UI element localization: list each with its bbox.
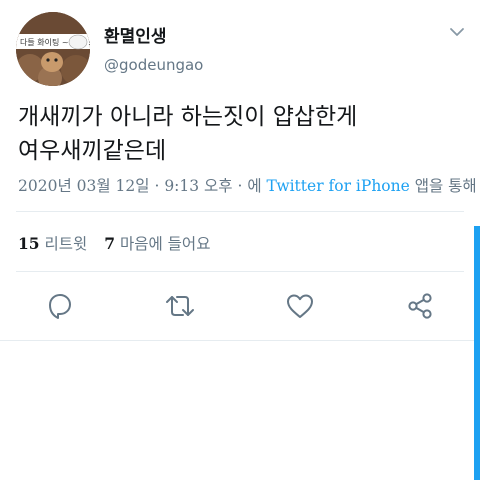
likes-stat[interactable]: 7 마음에 들어요 — [104, 234, 211, 253]
user-handle[interactable]: @godeungao — [104, 56, 203, 74]
avatar-image: 다들 화이팅 ~~~ !! — [16, 12, 90, 86]
scrollbar[interactable] — [474, 226, 480, 480]
like-icon[interactable] — [284, 290, 316, 322]
divider — [16, 271, 464, 272]
retweets-stat[interactable]: 15 리트윗 — [18, 234, 88, 253]
tweet-source-link[interactable]: Twitter for iPhone — [267, 177, 410, 195]
display-name[interactable]: 환멸인생 — [104, 22, 167, 47]
tweet-card: 다들 화이팅 ~~~ !! 환멸인생 @godeungao 개새끼가 아니라 하… — [0, 0, 480, 341]
likes-count: 7 — [104, 234, 116, 253]
retweets-count: 15 — [18, 234, 40, 253]
chevron-down-icon[interactable] — [448, 24, 466, 38]
tweet-time[interactable]: 9:13 오후 — [164, 177, 232, 195]
tweet-stats: 15 리트윗 7 마음에 들어요 — [18, 232, 222, 254]
tweet-meta: 2020년 03월 12일 · 9:13 오후 · 에 Twitter for … — [18, 174, 477, 196]
share-icon[interactable] — [404, 290, 436, 322]
meta-separator: · — [149, 177, 165, 195]
tweet-text: 개새끼가 아니라 하는짓이 얍삽한게 여우새끼같은데 — [18, 104, 358, 164]
tweet-source-suffix: 앱을 통해 — [409, 177, 477, 195]
tweet-date[interactable]: 2020년 03월 12일 — [18, 177, 150, 195]
divider — [16, 211, 464, 212]
avatar[interactable]: 다들 화이팅 ~~~ !! — [16, 12, 90, 86]
likes-label: 마음에 들어요 — [119, 235, 211, 253]
retweets-label: 리트윗 — [44, 235, 88, 253]
retweet-icon[interactable] — [164, 290, 196, 322]
meta-separator-2: · 에 — [232, 177, 267, 195]
tweet-actions — [0, 290, 480, 322]
reply-icon[interactable] — [44, 290, 76, 322]
